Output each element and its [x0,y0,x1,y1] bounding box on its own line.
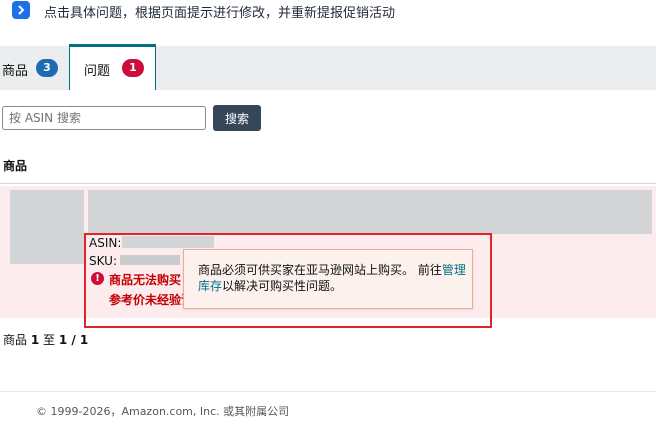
divider [0,183,656,184]
product-title-redacted [88,190,652,234]
pagination-summary: 商品 1 至 1 / 1 [3,331,88,348]
top-banner: 点击具体问题，根据页面提示进行修改，并重新提报促销活动 [0,0,656,22]
search-button[interactable]: 搜索 [213,105,261,131]
issue-tooltip: 商品必须可供买家在亚马逊网站上购买。 前往管理库存以解决可购买性问题。 [183,249,473,309]
tab-products-label: 商品 [2,64,29,79]
banner-text: 点击具体问题，根据页面提示进行修改，并重新提报促销活动 [44,6,396,21]
chevron-right-icon[interactable] [12,1,30,19]
tab-issues-label: 问题 [84,64,111,79]
tab-issues[interactable]: 问题 1 [69,44,156,90]
pagination-prefix: 商品 [3,333,31,347]
column-header-product: 商品 [3,159,28,173]
tabs-bar: 商品 3 问题 1 [0,44,656,90]
footer-copyright: © 1999-2026，Amazon.com, Inc. 或其附属公司 [36,405,290,418]
tooltip-text-part: 商品必须可供买家在亚马逊网站上购买。 前往 [198,263,442,277]
pagination-start: 1 [30,333,40,347]
pagination-range: 1 / 1 [58,333,89,347]
asin-search-input[interactable] [2,106,206,130]
tab-products[interactable]: 商品 3 [0,46,68,90]
tab-issues-count-badge: 1 [122,59,144,77]
tooltip-text: 商品必须可供买家在亚马逊网站上购买。 前往管理库存以解决可购买性问题。 [198,262,466,294]
tooltip-text-part: 以解决可购买性问题。 [222,279,343,293]
pagination-to: 至 [39,333,59,347]
footer-divider [0,391,656,392]
product-image-placeholder [10,190,84,264]
tab-products-count-badge: 3 [36,59,58,77]
